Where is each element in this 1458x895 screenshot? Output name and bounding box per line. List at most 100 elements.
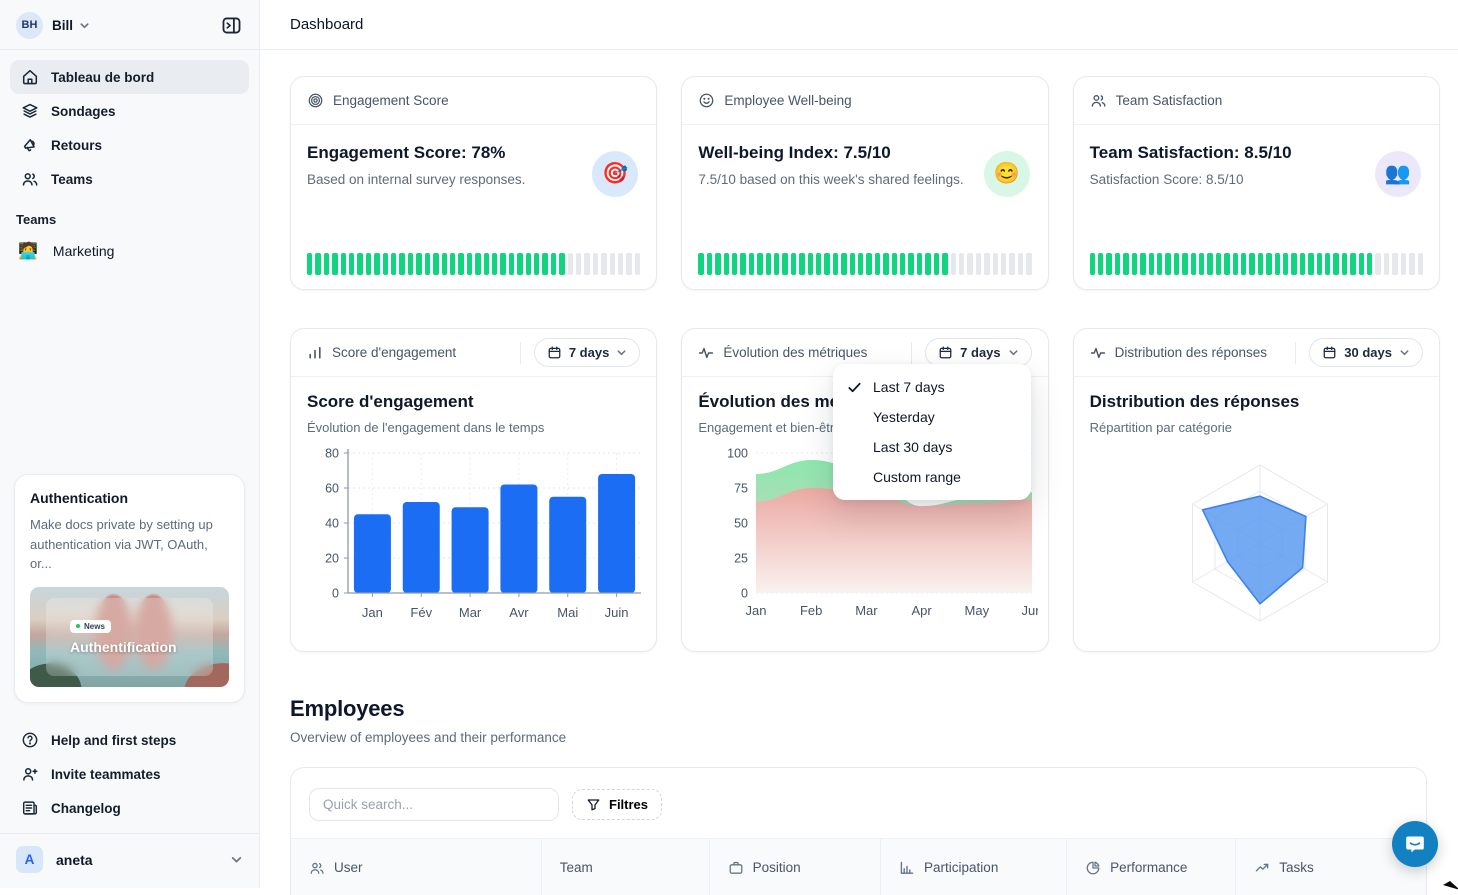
- chart-body: Distribution des réponses Répartition pa…: [1074, 377, 1439, 651]
- target-icon: [307, 92, 324, 109]
- users-icon: [309, 860, 325, 876]
- calendar-icon: [547, 345, 562, 360]
- sidebar-header: BH Bill: [0, 0, 259, 49]
- user-menu[interactable]: Bill: [52, 18, 90, 33]
- collapse-sidebar-button[interactable]: [217, 11, 245, 39]
- card-header: Score d'engagement 7 days: [291, 329, 656, 377]
- search-input[interactable]: [309, 788, 559, 821]
- user-plus-icon: [21, 765, 39, 783]
- busts-emoji-badge: 👥: [1375, 151, 1421, 197]
- sidebar-item-label: Tableau de bord: [51, 70, 154, 85]
- sidebar-item-label: Teams: [51, 172, 93, 187]
- column-header-performance[interactable]: Performance: [1066, 839, 1235, 895]
- sidebar-item-teams[interactable]: Teams: [10, 162, 249, 196]
- sidebar-item-marketing[interactable]: 🧑‍💻 Marketing: [10, 233, 249, 269]
- chevron-down-icon: [1008, 347, 1019, 358]
- svg-text:Jan: Jan: [746, 603, 767, 618]
- filters-button[interactable]: Filtres: [572, 789, 662, 820]
- employees-subtitle: Overview of employees and their performa…: [290, 730, 1427, 745]
- svg-text:100: 100: [727, 447, 748, 461]
- date-range-label: 7 days: [569, 345, 609, 360]
- smiley-icon: [698, 92, 715, 109]
- sidebar-item-tableau-de-bord[interactable]: Tableau de bord: [10, 60, 249, 94]
- activity-icon: [698, 345, 714, 361]
- column-header-position[interactable]: Position: [709, 839, 880, 895]
- card-header-actions: 7 days: [520, 338, 640, 367]
- sidebar-item-help[interactable]: Help and first steps: [10, 723, 249, 757]
- chevron-down-icon: [79, 20, 90, 31]
- date-range-label: 30 days: [1344, 345, 1392, 360]
- workspace-avatar: A: [16, 846, 43, 873]
- svg-text:75: 75: [734, 482, 748, 496]
- date-range-button[interactable]: 30 days: [1309, 338, 1423, 367]
- team-item-label: Marketing: [53, 243, 114, 259]
- date-range-dropdown-menu: Last 7 days Yesterday Last 30 days Custo…: [833, 364, 1031, 500]
- check-icon: [847, 380, 865, 395]
- promo-glass-overlay: News Authentification: [46, 598, 213, 676]
- authentication-promo-card[interactable]: Authentication Make docs private by sett…: [14, 474, 245, 703]
- employees-table-card: Filtres User Team Position: [290, 767, 1427, 895]
- sidebar-item-sondages[interactable]: Sondages: [10, 94, 249, 128]
- date-range-button[interactable]: 7 days: [534, 338, 640, 367]
- calendar-icon: [938, 345, 953, 360]
- chart-subtitle: Évolution de l'engagement dans le temps: [307, 420, 640, 435]
- svg-text:25: 25: [734, 552, 748, 566]
- layers-icon: [21, 102, 39, 120]
- chart-body: Score d'engagement Évolution de l'engage…: [291, 377, 656, 633]
- user-avatar[interactable]: BH: [16, 12, 43, 39]
- column-header-team[interactable]: Team: [541, 839, 709, 895]
- menu-item-label: Last 7 days: [873, 379, 945, 395]
- stat-subtitle: Satisfaction Score: 8.5/10: [1090, 172, 1423, 187]
- changelog-icon: [21, 799, 39, 817]
- card-header: Employee Well-being: [682, 77, 1047, 125]
- workspace-name: aneta: [56, 852, 93, 868]
- date-range-label: 7 days: [960, 345, 1000, 360]
- stat-title: Engagement Score: 78%: [307, 143, 640, 163]
- svg-text:Apr: Apr: [912, 603, 933, 618]
- promo-image: News Authentification: [30, 587, 229, 687]
- sidebar-item-label: Retours: [51, 138, 102, 153]
- bar-chart-icon: [307, 345, 323, 361]
- workspace-switcher[interactable]: A aneta: [0, 834, 259, 888]
- chart-title: Score d'engagement: [307, 392, 640, 412]
- column-header-participation[interactable]: Participation: [880, 839, 1066, 895]
- calendar-icon: [1322, 345, 1337, 360]
- sidebar-item-invite-teammates[interactable]: Invite teammates: [10, 757, 249, 791]
- menu-item-yesterday[interactable]: Yesterday: [833, 402, 1031, 432]
- svg-text:Fév: Fév: [410, 605, 432, 620]
- column-header-user[interactable]: User: [291, 839, 541, 895]
- team-satisfaction-card: Team Satisfaction Team Satisfaction: 8.5…: [1073, 76, 1440, 290]
- column-label: Tasks: [1279, 860, 1314, 875]
- svg-text:Jan: Jan: [362, 605, 383, 620]
- collapse-sidebar-icon: [222, 17, 241, 34]
- footer-item-label: Help and first steps: [51, 733, 176, 748]
- chat-launcher-button[interactable]: [1392, 821, 1438, 867]
- menu-item-label: Yesterday: [873, 409, 935, 425]
- bar-chart-icon: [899, 860, 915, 876]
- menu-item-last-30-days[interactable]: Last 30 days: [833, 432, 1031, 462]
- svg-text:0: 0: [741, 587, 748, 601]
- menu-item-custom-range[interactable]: Custom range: [833, 462, 1031, 492]
- chat-icon: [1403, 832, 1427, 856]
- stat-cards-row: Engagement Score Engagement Score: 78% B…: [260, 76, 1458, 290]
- news-badge-label: News: [84, 622, 105, 631]
- svg-text:80: 80: [325, 447, 339, 461]
- promo-image-title: Authentification: [70, 639, 213, 655]
- stat-subtitle: 7.5/10 based on this week's shared feeli…: [698, 172, 1031, 187]
- card-header: Engagement Score: [291, 77, 656, 125]
- sidebar-item-changelog[interactable]: Changelog: [10, 791, 249, 825]
- employee-wellbeing-card: Employee Well-being Well-being Index: 7.…: [681, 76, 1048, 290]
- svg-text:0: 0: [332, 587, 339, 601]
- svg-text:50: 50: [734, 517, 748, 531]
- menu-item-last-7-days[interactable]: Last 7 days: [833, 372, 1031, 402]
- card-header-label: Distribution des réponses: [1115, 345, 1267, 360]
- engagement-bar-chart: 020406080JanFévMarAvrMaiJuin: [307, 441, 640, 633]
- chevron-down-icon: [230, 853, 243, 866]
- mouse-cursor: [1441, 871, 1458, 891]
- employees-title: Employees: [290, 696, 1427, 722]
- sidebar-item-retours[interactable]: Retours: [10, 128, 249, 162]
- svg-text:Juin: Juin: [605, 605, 629, 620]
- distribution-radar-chart: [1090, 441, 1423, 651]
- table-header-row: User Team Position Participation: [291, 838, 1426, 895]
- date-range-button[interactable]: 7 days: [925, 338, 1031, 367]
